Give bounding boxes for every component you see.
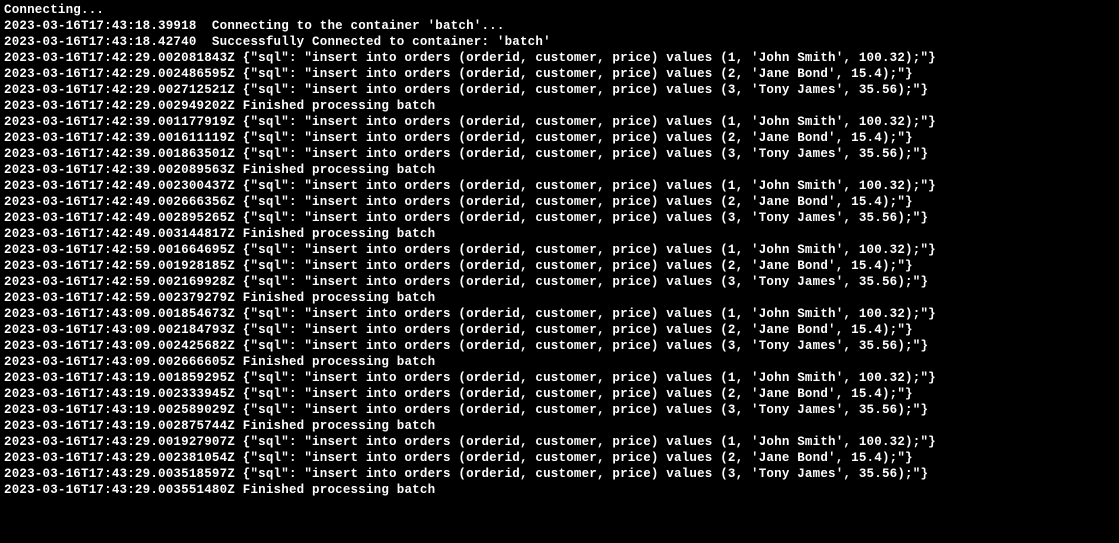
log-line: 2023-03-16T17:43:29.003518597Z {"sql": "… bbox=[4, 466, 1115, 482]
log-line: 2023-03-16T17:43:19.002589029Z {"sql": "… bbox=[4, 402, 1115, 418]
log-line: 2023-03-16T17:43:09.002666605Z Finished … bbox=[4, 354, 1115, 370]
log-line: 2023-03-16T17:42:29.002486595Z {"sql": "… bbox=[4, 66, 1115, 82]
log-line: 2023-03-16T17:43:29.001927907Z {"sql": "… bbox=[4, 434, 1115, 450]
log-line: 2023-03-16T17:43:18.39918 Connecting to … bbox=[4, 18, 1115, 34]
log-line: 2023-03-16T17:43:19.002333945Z {"sql": "… bbox=[4, 386, 1115, 402]
log-line: 2023-03-16T17:43:19.002875744Z Finished … bbox=[4, 418, 1115, 434]
log-line: 2023-03-16T17:42:49.003144817Z Finished … bbox=[4, 226, 1115, 242]
log-line: 2023-03-16T17:42:59.001928185Z {"sql": "… bbox=[4, 258, 1115, 274]
log-line: 2023-03-16T17:42:49.002300437Z {"sql": "… bbox=[4, 178, 1115, 194]
log-line: 2023-03-16T17:43:18.42740 Successfully C… bbox=[4, 34, 1115, 50]
log-line: 2023-03-16T17:43:19.001859295Z {"sql": "… bbox=[4, 370, 1115, 386]
log-line: 2023-03-16T17:43:29.003551480Z Finished … bbox=[4, 482, 1115, 498]
log-line: 2023-03-16T17:42:59.002379279Z Finished … bbox=[4, 290, 1115, 306]
log-line: 2023-03-16T17:42:39.001863501Z {"sql": "… bbox=[4, 146, 1115, 162]
log-line: 2023-03-16T17:43:09.002184793Z {"sql": "… bbox=[4, 322, 1115, 338]
log-line: 2023-03-16T17:42:39.001177919Z {"sql": "… bbox=[4, 114, 1115, 130]
log-line: 2023-03-16T17:42:59.001664695Z {"sql": "… bbox=[4, 242, 1115, 258]
log-line: 2023-03-16T17:43:29.002381054Z {"sql": "… bbox=[4, 450, 1115, 466]
log-line: 2023-03-16T17:42:39.001611119Z {"sql": "… bbox=[4, 130, 1115, 146]
terminal-output[interactable]: Connecting...2023-03-16T17:43:18.39918 C… bbox=[0, 0, 1119, 543]
log-line: Connecting... bbox=[4, 2, 1115, 18]
log-line: 2023-03-16T17:42:29.002081843Z {"sql": "… bbox=[4, 50, 1115, 66]
log-line: 2023-03-16T17:43:09.001854673Z {"sql": "… bbox=[4, 306, 1115, 322]
log-line: 2023-03-16T17:42:49.002895265Z {"sql": "… bbox=[4, 210, 1115, 226]
log-line: 2023-03-16T17:42:59.002169928Z {"sql": "… bbox=[4, 274, 1115, 290]
log-line: 2023-03-16T17:42:29.002712521Z {"sql": "… bbox=[4, 82, 1115, 98]
log-line: 2023-03-16T17:42:39.002089563Z Finished … bbox=[4, 162, 1115, 178]
log-line: 2023-03-16T17:42:29.002949202Z Finished … bbox=[4, 98, 1115, 114]
log-line: 2023-03-16T17:42:49.002666356Z {"sql": "… bbox=[4, 194, 1115, 210]
log-line: 2023-03-16T17:43:09.002425682Z {"sql": "… bbox=[4, 338, 1115, 354]
